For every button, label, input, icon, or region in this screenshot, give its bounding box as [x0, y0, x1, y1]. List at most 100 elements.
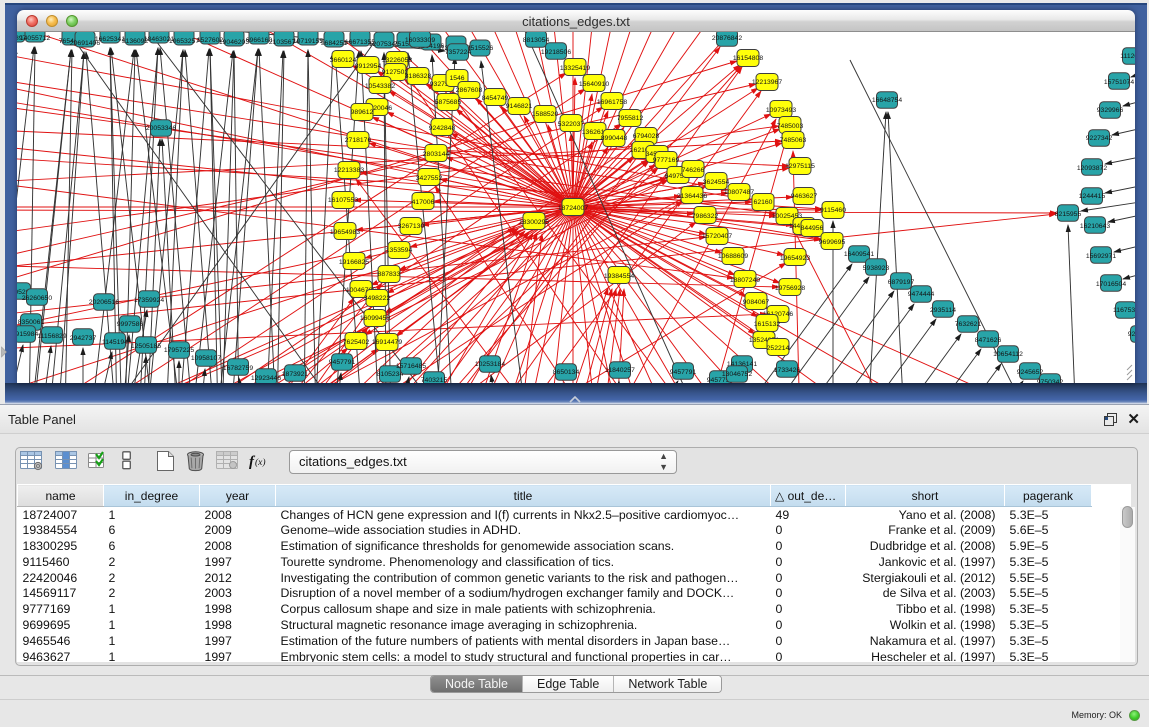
svg-text:8471626: 8471626	[975, 337, 1002, 344]
svg-text:62160: 62160	[754, 199, 773, 206]
svg-text:16914479: 16914479	[372, 339, 402, 346]
svg-text:19384554: 19384554	[604, 273, 634, 280]
svg-text:18724007: 18724007	[558, 205, 588, 212]
svg-text:12093872: 12093872	[1077, 165, 1107, 172]
svg-text:10807487: 10807487	[724, 189, 754, 196]
svg-text:9227342: 9227342	[1086, 135, 1113, 142]
svg-text:12975115: 12975115	[785, 163, 815, 170]
svg-text:1733426: 1733426	[774, 367, 801, 374]
svg-text:10719155: 10719155	[293, 38, 323, 45]
svg-text:26260650: 26260650	[22, 295, 52, 302]
svg-text:15692971: 15692971	[1086, 253, 1116, 260]
svg-text:9699695: 9699695	[819, 239, 846, 246]
svg-text:7955812: 7955812	[617, 115, 644, 122]
svg-text:1546: 1546	[449, 75, 464, 82]
svg-text:9245652: 9245652	[1017, 369, 1044, 376]
svg-text:10654112: 10654112	[993, 351, 1023, 358]
svg-text:1112043: 1112043	[1120, 53, 1135, 60]
svg-text:2718176: 2718176	[345, 137, 372, 144]
svg-text:9777169: 9777169	[653, 157, 680, 164]
svg-text:19654983: 19654983	[330, 229, 360, 236]
svg-text:2935114: 2935114	[930, 307, 956, 314]
svg-text:9457791: 9457791	[329, 359, 356, 366]
svg-text:3427552: 3427552	[416, 175, 443, 182]
svg-text:5938923: 5938923	[863, 265, 890, 272]
svg-text:9474444: 9474444	[908, 291, 935, 298]
svg-text:7403215: 7403215	[421, 377, 448, 383]
svg-text:16782759: 16782759	[223, 365, 253, 372]
svg-text:9084067: 9084067	[743, 299, 770, 306]
svg-text:20206516: 20206516	[89, 299, 119, 306]
svg-text:16409541: 16409541	[844, 251, 874, 258]
svg-text:9146821: 9146821	[506, 103, 533, 110]
svg-text:7986322: 7986322	[692, 213, 719, 220]
svg-text:3498222: 3498222	[364, 295, 391, 302]
svg-text:1588520: 1588520	[532, 111, 559, 118]
svg-text:16648754: 16648754	[872, 97, 902, 104]
svg-text:20053346: 20053346	[146, 125, 176, 132]
svg-text:3660124: 3660124	[330, 57, 357, 64]
svg-text:746266: 746266	[682, 167, 705, 174]
svg-text:19218506: 19218506	[541, 49, 571, 56]
svg-text:13325419: 13325419	[560, 65, 590, 72]
svg-text:989612: 989612	[351, 109, 374, 116]
svg-text:21364436: 21364436	[677, 193, 707, 200]
svg-text:3915984: 3915984	[17, 331, 38, 338]
svg-text:14055712: 14055712	[20, 35, 50, 42]
svg-text:10253184: 10253184	[475, 361, 505, 368]
svg-text:16210643: 16210643	[1080, 223, 1110, 230]
svg-text:8912954: 8912954	[355, 63, 382, 70]
svg-text:15720407: 15720407	[702, 233, 732, 240]
svg-text:2867608: 2867608	[456, 87, 483, 94]
svg-text:1244415: 1244415	[1079, 193, 1106, 200]
svg-text:18300295: 18300295	[519, 219, 549, 226]
svg-text:1145194: 1145194	[102, 339, 128, 346]
svg-text:8454749: 8454749	[482, 95, 509, 102]
svg-text:16154808: 16154808	[733, 55, 763, 62]
svg-text:10973493: 10973493	[766, 107, 796, 114]
svg-text:9457791: 9457791	[670, 369, 697, 376]
svg-text:13046752: 13046752	[722, 371, 752, 378]
svg-text:18807249: 18807249	[730, 277, 760, 284]
svg-text:11156829: 11156829	[37, 333, 66, 340]
svg-text:8215955: 8215955	[1055, 211, 1082, 218]
svg-text:1873921: 1873921	[282, 371, 309, 378]
svg-text:844956: 844956	[801, 225, 824, 232]
svg-text:8186328: 8186328	[405, 73, 432, 80]
svg-text:15751074: 15751074	[1104, 79, 1134, 86]
svg-text:19166825: 19166825	[339, 259, 369, 266]
svg-text:9684251: 9684251	[321, 40, 348, 47]
svg-text:9115460: 9115460	[820, 207, 846, 214]
svg-text:12923446: 12923446	[251, 375, 281, 382]
svg-text:8813054: 8813054	[523, 37, 550, 44]
svg-text:8990448: 8990448	[601, 135, 628, 142]
svg-text:11840257: 11840257	[605, 367, 635, 374]
svg-text:17359924: 17359924	[134, 297, 164, 304]
svg-text:5322037: 5322037	[558, 121, 585, 128]
svg-text:16099459: 16099459	[360, 315, 390, 322]
svg-text:17957225: 17957225	[164, 347, 194, 354]
svg-text:7632621: 7632621	[955, 321, 982, 328]
svg-text:9750342: 9750342	[1037, 379, 1064, 383]
svg-text:16033309: 16033309	[405, 37, 435, 44]
svg-text:19756928: 19756928	[775, 285, 805, 292]
svg-text:2942737: 2942737	[70, 335, 97, 342]
svg-text:9245012: 9245012	[1128, 331, 1135, 338]
svg-text:1615132: 1615132	[754, 321, 781, 328]
svg-text:9329966: 9329966	[1097, 107, 1124, 114]
svg-text:10653257: 10653257	[169, 38, 199, 45]
svg-text:16625341: 16625341	[95, 36, 125, 43]
svg-text:7485063: 7485063	[780, 137, 807, 144]
svg-text:7625402: 7625402	[343, 339, 370, 346]
svg-text:10543382: 10543382	[365, 83, 395, 90]
svg-text:1353594: 1353594	[386, 247, 413, 254]
svg-text:252214: 252214	[767, 345, 790, 352]
svg-text:16107553: 16107553	[328, 197, 358, 204]
svg-text:15716485: 15716485	[396, 363, 426, 370]
svg-text:1167533: 1167533	[1113, 307, 1135, 314]
svg-text:10958107: 10958107	[191, 355, 221, 362]
svg-text:(x): (x)	[255, 457, 266, 468]
svg-text:6794028: 6794028	[633, 133, 660, 140]
svg-text:3624554: 3624554	[703, 179, 730, 186]
svg-text:15640910: 15640910	[579, 81, 609, 88]
